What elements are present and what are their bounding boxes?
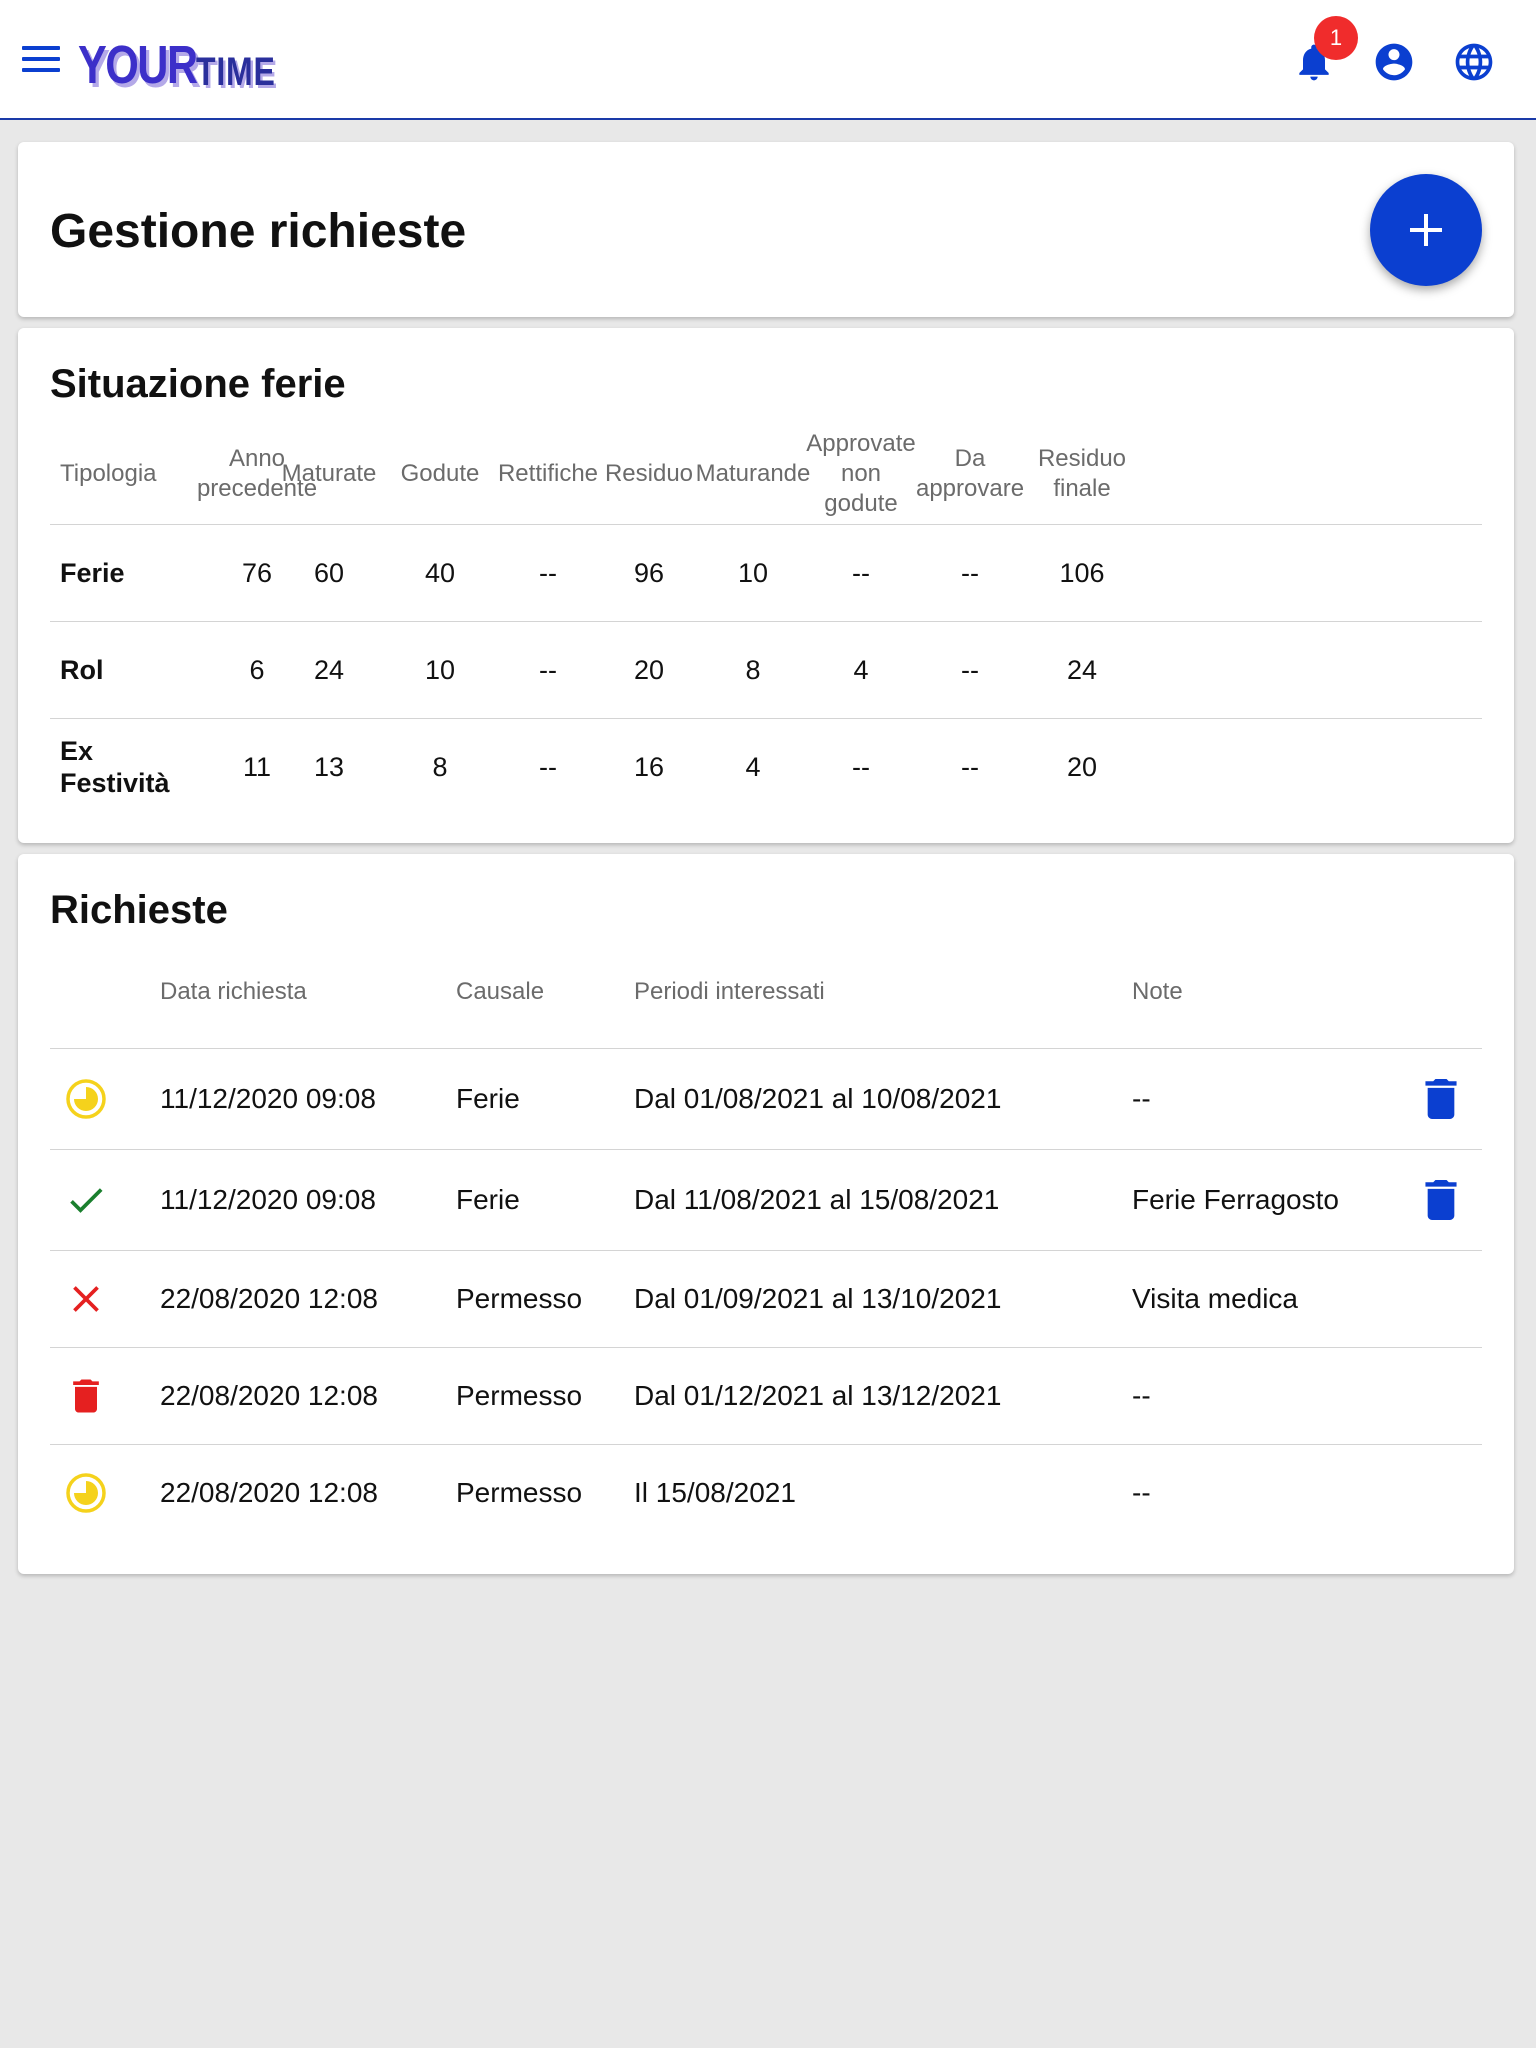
ferie-row-type: Ex Festività <box>60 736 170 798</box>
ferie-row-type: Rol <box>60 655 104 685</box>
ferie-col-header: Maturate <box>281 460 377 487</box>
ferie-cell: -- <box>961 751 979 782</box>
ferie-cell: 20 <box>1066 751 1098 782</box>
add-request-button[interactable] <box>1370 174 1482 286</box>
ferie-col-header: Residuo <box>604 460 694 487</box>
page-title: Gestione richieste <box>50 205 467 258</box>
section-title-ferie: Situazione ferie <box>50 362 346 406</box>
richieste-card: Richieste Data richiesta Causale Periodi i… <box>18 854 1514 1574</box>
ferie-col-header: Maturande <box>695 460 811 487</box>
ferie-cell: 10 <box>424 654 456 685</box>
request-data: 22/08/2020 12:08 <box>160 1477 378 1508</box>
request-causale: Permesso <box>456 1380 583 1411</box>
request-note: -- <box>1132 1083 1151 1114</box>
richieste-table-header: Data richiesta Causale Periodi interessati… <box>50 950 1482 1049</box>
ferie-cell: 24 <box>1066 654 1098 685</box>
ferie-cell: 96 <box>633 557 665 588</box>
request-data: 22/08/2020 12:08 <box>160 1380 378 1411</box>
richieste-col-header: Note <box>1132 978 1183 1005</box>
ferie-row: Ex Festività 11 13 8 -- 16 4 -- -- 20 <box>50 719 1482 815</box>
request-periodo: Dal 11/08/2021 al 15/08/2021 <box>634 1184 1000 1215</box>
delete-request-icon[interactable] <box>1424 1079 1458 1119</box>
ferie-cell: 60 <box>313 557 345 588</box>
ferie-col-header: Godute <box>400 460 480 487</box>
language-globe-icon[interactable] <box>1452 40 1496 84</box>
ferie-cell: 13 <box>313 751 345 782</box>
page-title-card: Gestione richieste <box>18 142 1514 317</box>
richieste-table: Data richiesta Causale Periodi interessati… <box>50 950 1482 1541</box>
request-causale: Ferie <box>456 1184 520 1215</box>
request-periodo: Dal 01/12/2021 al 13/12/2021 <box>634 1380 1002 1411</box>
ferie-col-header: Rettifiche <box>497 460 599 487</box>
ferie-cell: -- <box>539 557 557 588</box>
menu-icon[interactable] <box>22 46 60 76</box>
request-data: 11/12/2020 09:08 <box>160 1184 376 1215</box>
request-row: 22/08/2020 12:08 Permesso Il 15/08/2021 -- <box>50 1445 1482 1541</box>
request-note: Ferie Ferragosto <box>1132 1184 1339 1215</box>
ferie-cell: -- <box>961 557 979 588</box>
ferie-cell: 20 <box>633 654 665 685</box>
ferie-table-header: Tipologia Anno precedente Maturate Godute Re… <box>50 424 1482 525</box>
request-data: 22/08/2020 12:08 <box>160 1283 378 1314</box>
request-causale: Permesso <box>456 1283 583 1314</box>
notification-badge: 1 <box>1314 16 1358 60</box>
ferie-cell: 24 <box>313 654 345 685</box>
status-close-icon <box>64 1277 108 1321</box>
request-row: 22/08/2020 12:08 Permesso Dal 01/09/2021 a… <box>50 1251 1482 1348</box>
situazione-ferie-card: Situazione ferie Tipologia Anno precedent… <box>18 328 1514 843</box>
ferie-row: Rol 6 24 10 -- 20 8 4 -- 24 <box>50 622 1482 719</box>
ferie-row-type: Ferie <box>60 558 125 588</box>
request-periodo: Il 15/08/2021 <box>634 1477 796 1508</box>
ferie-cell: 8 <box>432 751 448 782</box>
request-periodo: Dal 01/08/2021 al 10/08/2021 <box>634 1083 1002 1114</box>
ferie-col-header: Tipologia <box>60 460 157 487</box>
request-row: 22/08/2020 12:08 Permesso Dal 01/12/2021 a… <box>50 1348 1482 1445</box>
request-row: 11/12/2020 09:08 Ferie Dal 11/08/2021 al 1… <box>50 1150 1482 1251</box>
ferie-row: Ferie 76 60 40 -- 96 10 -- -- 106 <box>50 525 1482 622</box>
request-note: -- <box>1132 1477 1151 1508</box>
ferie-cell: -- <box>852 557 870 588</box>
ferie-col-header: Approvate non godute <box>806 430 916 517</box>
ferie-cell: 4 <box>853 654 869 685</box>
ferie-cell: 10 <box>737 557 769 588</box>
ferie-cell: -- <box>961 654 979 685</box>
status-pending-icon <box>64 1471 108 1515</box>
section-title-richieste: Richieste <box>50 888 228 932</box>
ferie-cell: 16 <box>633 751 665 782</box>
top-app-bar: YOUR TIME 1 <box>0 0 1536 120</box>
delete-request-icon[interactable] <box>1424 1180 1458 1220</box>
app-logo: YOUR TIME <box>78 35 276 95</box>
request-causale: Ferie <box>456 1083 520 1114</box>
richieste-col-header: Causale <box>456 978 545 1005</box>
ferie-cell: 40 <box>424 557 456 588</box>
status-check-icon <box>64 1178 108 1222</box>
ferie-col-header: Da approvare <box>915 445 1025 502</box>
ferie-cell: -- <box>539 654 557 685</box>
request-periodo: Dal 01/09/2021 al 13/10/2021 <box>634 1283 1002 1314</box>
request-data: 11/12/2020 09:08 <box>160 1083 376 1114</box>
ferie-cell: -- <box>539 751 557 782</box>
ferie-table: Tipologia Anno precedente Maturate Godute Re… <box>50 424 1482 815</box>
ferie-cell: 106 <box>1059 557 1105 588</box>
request-row: 11/12/2020 09:08 Ferie Dal 01/08/2021 al 1… <box>50 1049 1482 1150</box>
ferie-cell: 8 <box>745 654 761 685</box>
ferie-cell: 4 <box>745 751 761 782</box>
request-causale: Permesso <box>456 1477 583 1508</box>
richieste-col-header: Data richiesta <box>160 978 307 1005</box>
ferie-cell: -- <box>852 751 870 782</box>
richieste-col-header: Periodi interessati <box>634 978 825 1005</box>
ferie-col-header: Residuo finale <box>1037 445 1127 502</box>
account-icon[interactable] <box>1372 40 1416 84</box>
request-note: -- <box>1132 1380 1151 1411</box>
request-note: Visita medica <box>1132 1283 1299 1314</box>
status-pending-icon <box>64 1077 108 1121</box>
status-trash-icon <box>64 1374 108 1418</box>
